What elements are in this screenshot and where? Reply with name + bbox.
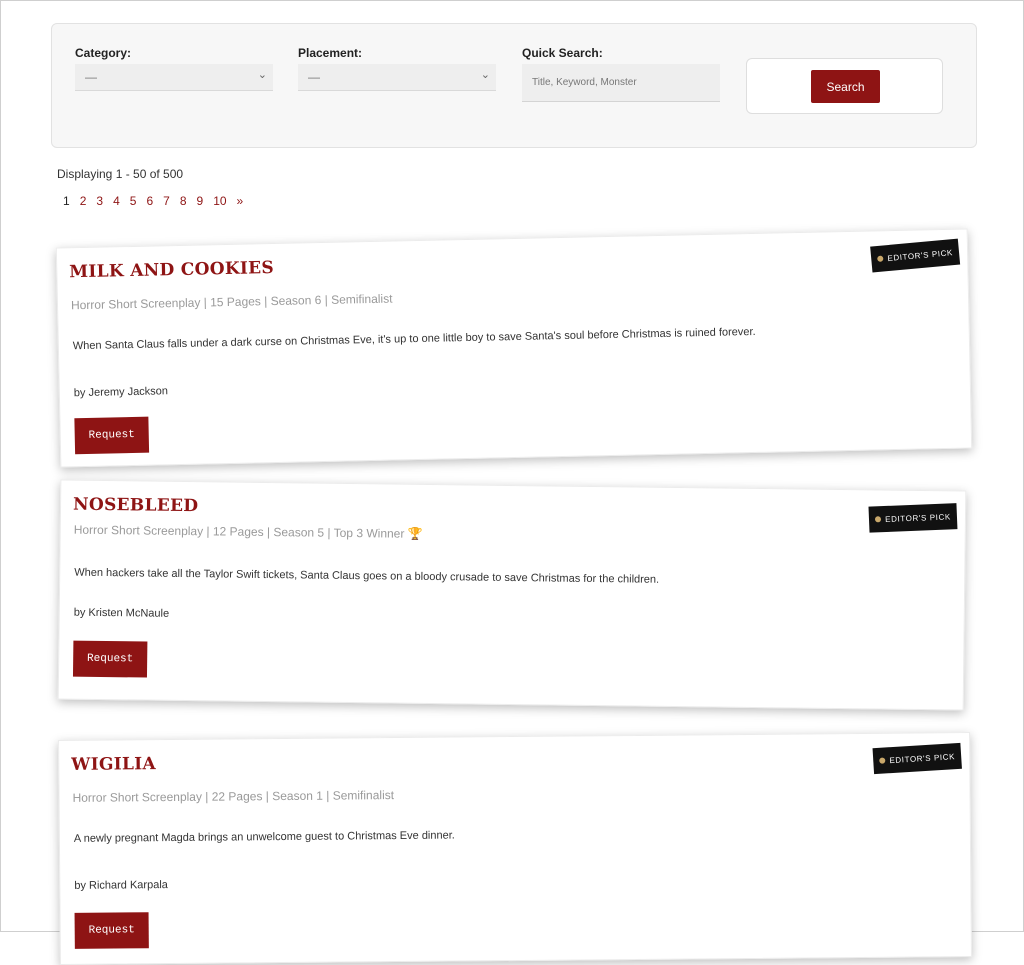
placement-label: Placement: — [298, 46, 363, 60]
editors-pick-badge: EDITOR'S PICK — [870, 238, 961, 273]
editors-pick-badge: EDITOR'S PICK — [868, 503, 958, 533]
script-title[interactable]: WIGILIA — [71, 754, 156, 775]
editors-pick-label: EDITOR'S PICK — [884, 511, 951, 524]
request-button[interactable]: Request — [72, 640, 148, 678]
page-link-5[interactable]: 5 — [130, 194, 137, 208]
script-author: by Richard Karpala — [74, 879, 168, 892]
results-count: Displaying 1 - 50 of 500 — [57, 167, 184, 181]
category-select-value: — — [85, 70, 97, 84]
request-button[interactable]: Request — [74, 912, 149, 949]
page-link-4[interactable]: 4 — [113, 194, 120, 208]
page-link-6[interactable]: 6 — [146, 194, 153, 208]
eye-icon — [875, 516, 882, 523]
script-card: MILK AND COOKIES Horror Short Screenplay… — [55, 228, 973, 468]
editors-pick-label: EDITOR'S PICK — [889, 751, 956, 765]
eye-icon — [879, 757, 886, 764]
search-button-container: Search — [746, 58, 943, 114]
category-select[interactable]: — ⌄ — [75, 64, 273, 91]
chevron-down-icon: ⌄ — [257, 69, 267, 81]
search-button[interactable]: Search — [811, 70, 880, 103]
editors-pick-label: EDITOR'S PICK — [887, 247, 954, 263]
filter-panel: Category: — ⌄ Placement: — ⌄ Quick Searc… — [51, 23, 977, 148]
script-title[interactable]: NOSEBLEED — [73, 495, 199, 517]
page-link-9[interactable]: 9 — [197, 194, 204, 208]
quick-search-input[interactable] — [522, 64, 720, 102]
page-link-next[interactable]: » — [237, 194, 244, 208]
script-meta: Horror Short Screenplay | 15 Pages | Sea… — [70, 291, 393, 313]
placement-select-value: — — [308, 70, 320, 84]
page-link-2[interactable]: 2 — [80, 194, 87, 208]
script-card: NOSEBLEED Horror Short Screenplay | 12 P… — [57, 479, 967, 711]
page-link-1[interactable]: 1 — [63, 194, 70, 208]
script-meta: Horror Short Screenplay | 12 Pages | Sea… — [73, 522, 423, 541]
script-logline: When Santa Claus falls under a dark curs… — [72, 325, 756, 353]
script-logline: A newly pregnant Magda brings an unwelco… — [73, 829, 455, 845]
placement-select[interactable]: — ⌄ — [298, 64, 496, 91]
page-link-7[interactable]: 7 — [163, 194, 170, 208]
script-author: by Jeremy Jackson — [73, 385, 169, 400]
page-link-3[interactable]: 3 — [96, 194, 103, 208]
quick-search-label: Quick Search: — [522, 46, 603, 60]
pagination: 1 2 3 4 5 6 7 8 9 10 » — [63, 194, 253, 208]
eye-icon — [877, 255, 884, 262]
page-link-10[interactable]: 10 — [213, 194, 226, 208]
script-meta: Horror Short Screenplay | 22 Pages | Sea… — [72, 788, 395, 805]
script-card: WIGILIA Horror Short Screenplay | 22 Pag… — [58, 732, 972, 965]
editors-pick-badge: EDITOR'S PICK — [872, 742, 962, 775]
page-link-8[interactable]: 8 — [180, 194, 187, 208]
script-title[interactable]: MILK AND COOKIES — [69, 258, 274, 282]
request-button[interactable]: Request — [74, 416, 150, 455]
script-author: by Kristen McNaule — [73, 606, 170, 620]
chevron-down-icon: ⌄ — [480, 69, 490, 81]
script-logline: When hackers take all the Taylor Swift t… — [74, 566, 660, 586]
category-label: Category: — [75, 46, 132, 60]
